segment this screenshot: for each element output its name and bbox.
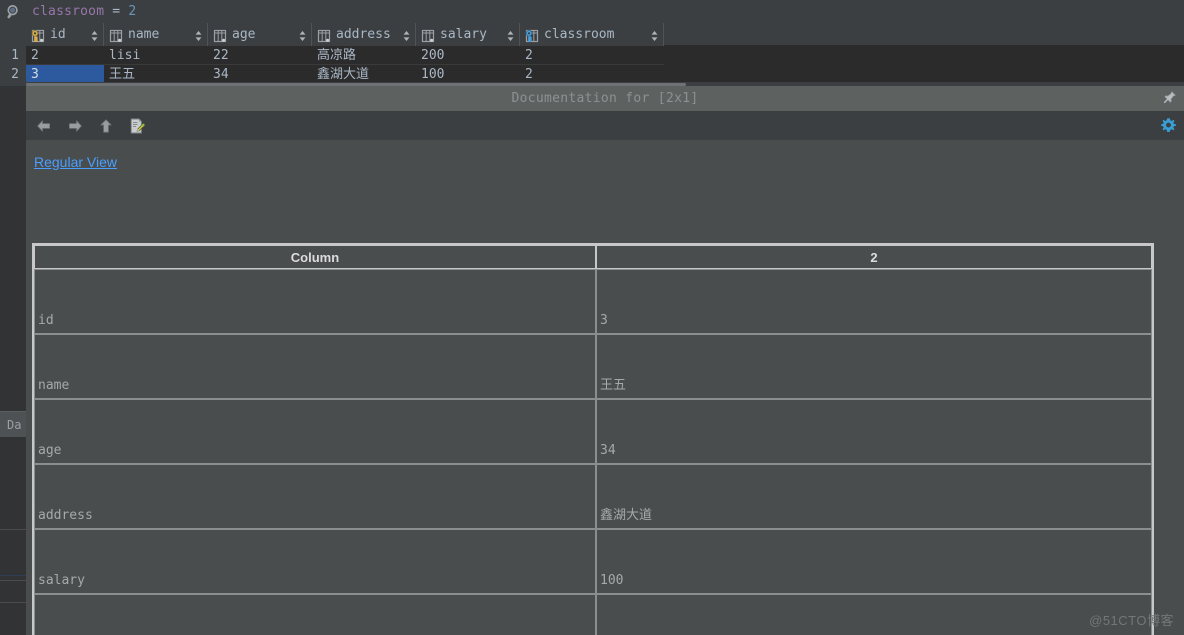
documentation-body: Regular View Column 2 id 3 name 王五 age 34 addr… <box>26 140 1184 635</box>
documentation-title: Documentation for [2x1] <box>511 91 699 106</box>
sort-toggle-icon[interactable] <box>650 28 659 42</box>
filter-bar[interactable]: classroom = 2 <box>0 0 1184 23</box>
grid-column-label: age <box>232 27 256 42</box>
documentation-titlebar: Documentation for [2x1] <box>26 86 1184 111</box>
documentation-table-row: name 王五 <box>34 334 1152 399</box>
grid-row-number[interactable]: 1 <box>0 46 26 65</box>
filter-column: classroom <box>32 4 105 19</box>
documentation-table-row: salary 100 <box>34 529 1152 594</box>
documentation-cell-column: name <box>34 334 596 399</box>
arrow-up-icon[interactable] <box>96 116 116 136</box>
documentation-toolbar <box>26 111 1184 140</box>
grid-column-header-name[interactable]: name <box>104 23 208 46</box>
column-table-icon <box>317 28 331 42</box>
database-tool-window: classroom = 2 id name age address salary clas… <box>0 0 1184 635</box>
primary-key-icon <box>31 28 45 42</box>
edit-document-icon[interactable] <box>127 116 147 136</box>
result-data-grid[interactable]: id name age address salary classroom 1 2 lisi 22… <box>0 23 1184 86</box>
grid-cell[interactable]: 2 <box>520 46 664 65</box>
sort-toggle-icon[interactable] <box>298 28 307 42</box>
documentation-cell-value: 王五 <box>596 334 1152 399</box>
documentation-table-row: classroom2 <box>34 594 1152 635</box>
documentation-cell-column: classroom <box>34 594 596 635</box>
grid-column-header-salary[interactable]: salary <box>416 23 520 46</box>
grid-cell[interactable]: 2 <box>26 46 104 65</box>
grid-cell[interactable]: 高凉路 <box>312 46 416 65</box>
left-tool-gutter <box>0 86 26 635</box>
sort-toggle-icon[interactable] <box>402 28 411 42</box>
search-icon[interactable] <box>6 4 22 20</box>
documentation-table-header-row: Column 2 <box>34 245 1152 269</box>
watermark: @51CTO博客 <box>1089 613 1174 628</box>
arrow-right-icon[interactable] <box>65 116 85 136</box>
sort-toggle-icon[interactable] <box>506 28 515 42</box>
documentation-header-value: 2 <box>596 245 1152 269</box>
grid-column-label: salary <box>440 27 487 42</box>
sort-toggle-icon[interactable] <box>194 28 203 42</box>
documentation-table-row: age 34 <box>34 399 1152 464</box>
grid-column-label: id <box>50 27 66 42</box>
gutter-divider <box>0 575 26 576</box>
column-table-icon <box>421 28 435 42</box>
grid-cell[interactable]: 22 <box>208 46 312 65</box>
documentation-panel: Documentation for [2x1] Regular View Col… <box>26 86 1184 635</box>
documentation-table: Column 2 id 3 name 王五 age 34 address 鑫湖大道 salary… <box>32 243 1154 635</box>
grid-column-label: classroom <box>544 27 615 42</box>
arrow-left-icon[interactable] <box>34 116 54 136</box>
gutter-divider <box>0 602 26 603</box>
documentation-table-row: address 鑫湖大道 <box>34 464 1152 529</box>
sort-toggle-icon[interactable] <box>90 28 99 42</box>
grid-column-label: address <box>336 27 391 42</box>
grid-column-header-classroom[interactable]: classroom <box>520 23 664 46</box>
documentation-table-row: id 3 <box>34 269 1152 334</box>
documentation-cell-value: 2 <box>596 594 1152 635</box>
documentation-header-column: Column <box>34 245 596 269</box>
grid-column-label: name <box>128 27 160 42</box>
grid-cell[interactable]: lisi <box>104 46 208 65</box>
grid-column-header-id[interactable]: id <box>26 23 104 46</box>
documentation-cell-column: id <box>34 269 596 334</box>
gutter-divider <box>0 529 26 530</box>
grid-cell[interactable]: 200 <box>416 46 520 65</box>
documentation-cell-value: 3 <box>596 269 1152 334</box>
documentation-cell-value: 100 <box>596 529 1152 594</box>
filter-expression[interactable]: classroom = 2 <box>32 4 136 19</box>
filter-value: 2 <box>128 4 137 19</box>
foreign-key-icon <box>525 28 539 42</box>
documentation-cell-column: address <box>34 464 596 529</box>
gear-icon[interactable] <box>1160 117 1177 134</box>
gutter-divider <box>0 580 26 581</box>
regular-view-link[interactable]: Regular View <box>34 154 117 170</box>
grid-column-header-address[interactable]: address <box>312 23 416 46</box>
documentation-cell-column: salary <box>34 529 596 594</box>
column-table-icon <box>109 28 123 42</box>
column-table-icon <box>213 28 227 42</box>
documentation-cell-value: 鑫湖大道 <box>596 464 1152 529</box>
pin-icon[interactable] <box>1161 90 1177 106</box>
documentation-cell-value: 34 <box>596 399 1152 464</box>
documentation-cell-column: age <box>34 399 596 464</box>
grid-column-header-age[interactable]: age <box>208 23 312 46</box>
